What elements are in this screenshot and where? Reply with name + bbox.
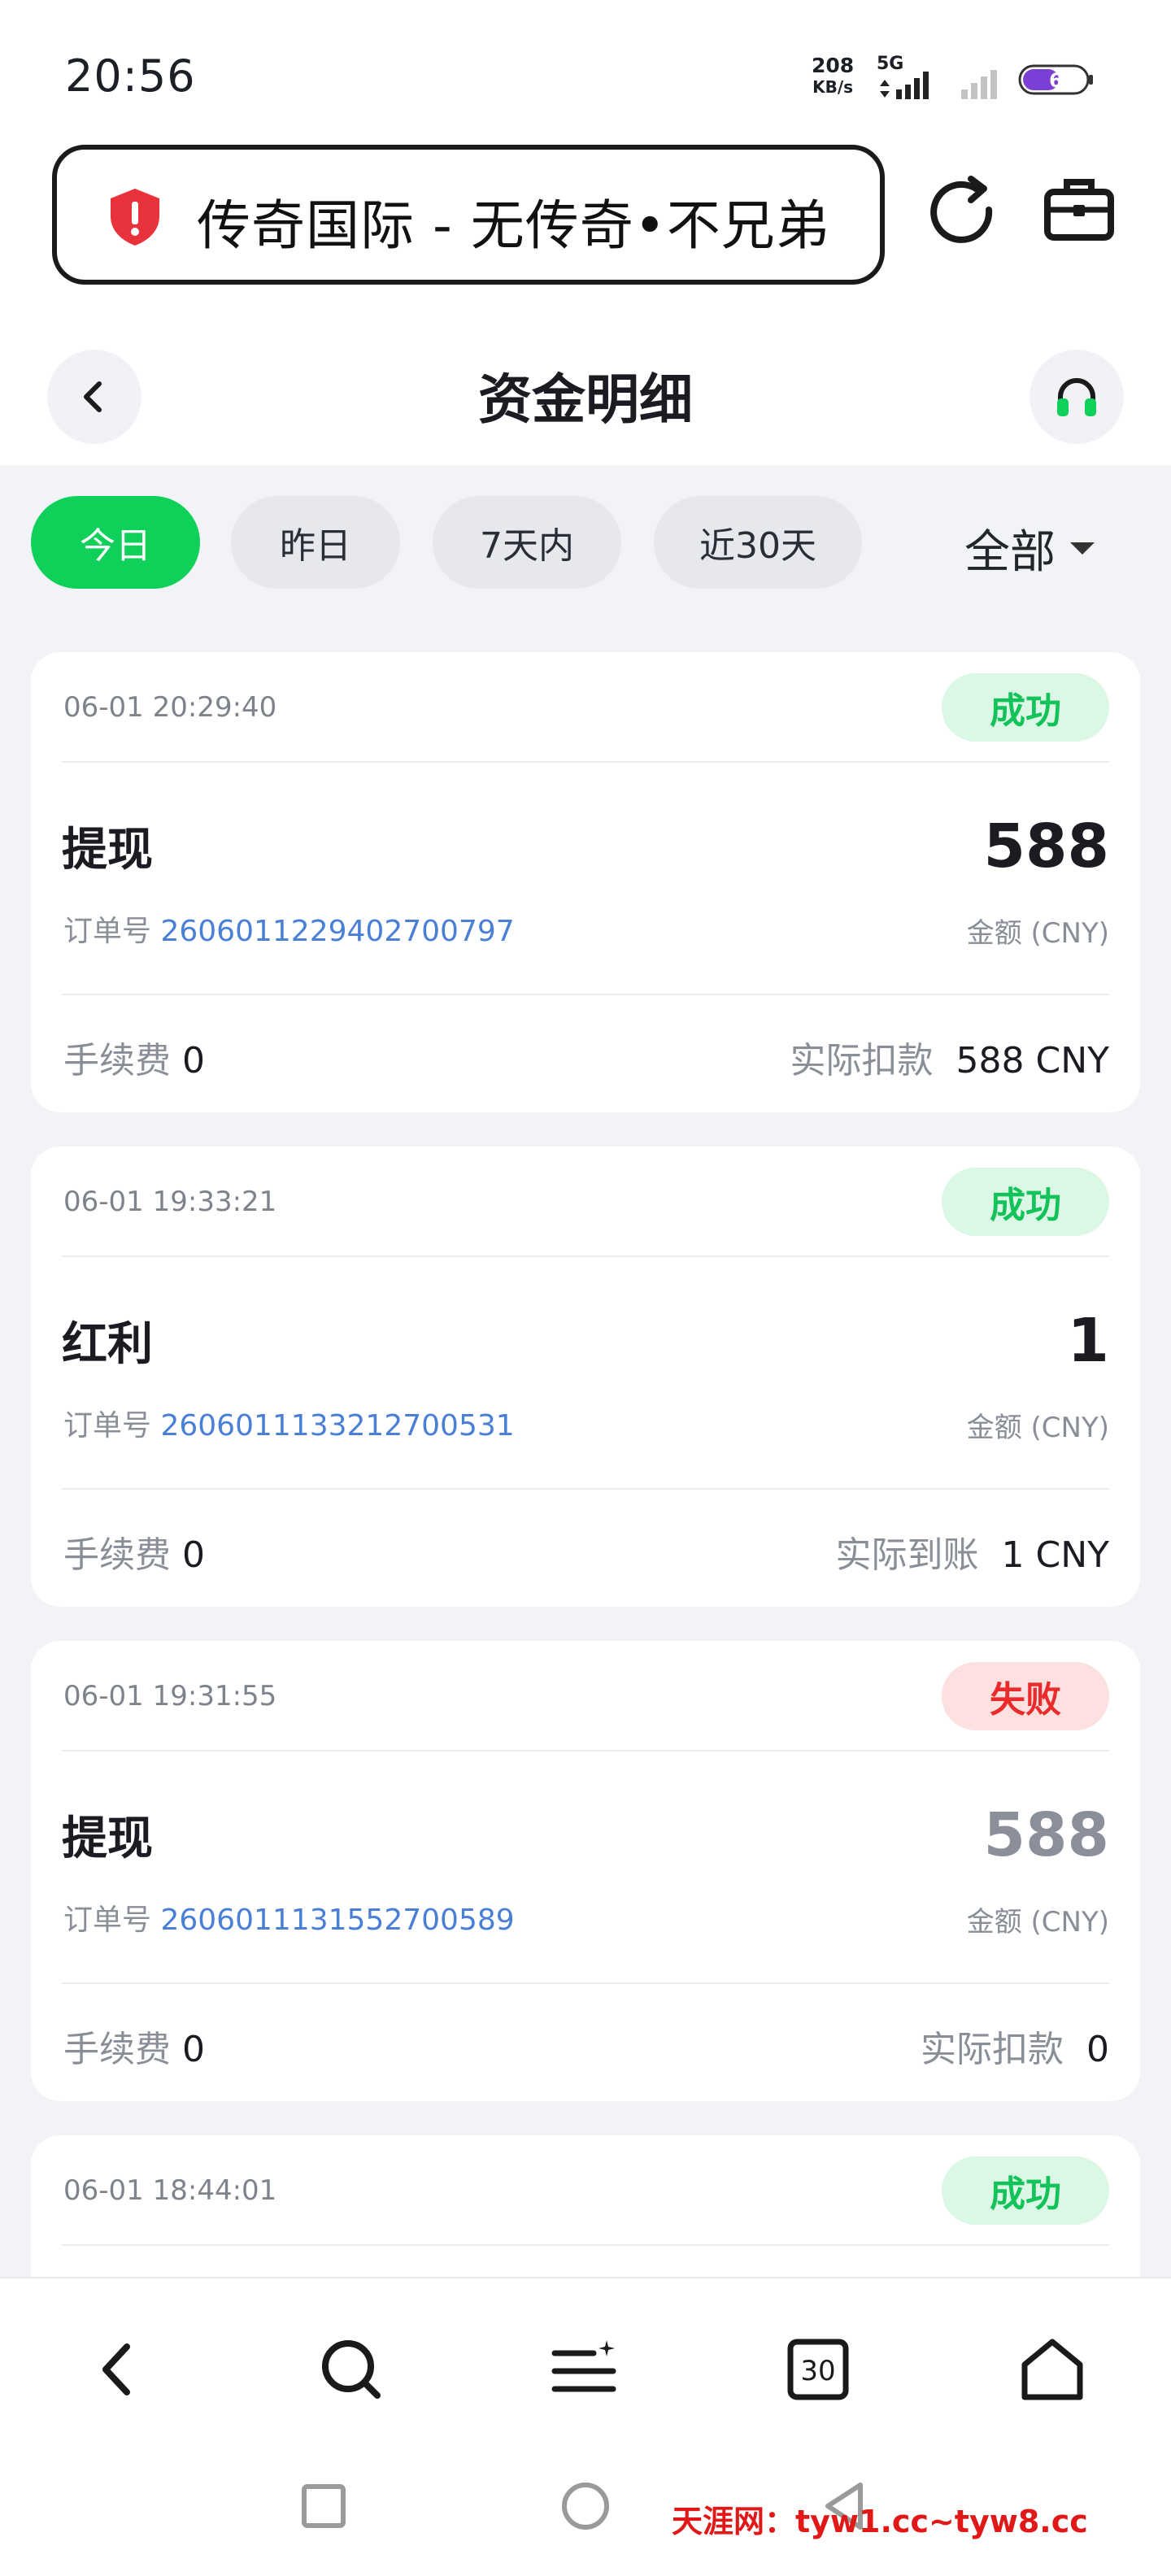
date-filter-bar: 今日 昨日 7天内 近30天 全部 [0, 465, 1171, 628]
record-time: 06-01 19:33:21 [63, 1186, 277, 1218]
divider [62, 994, 1109, 995]
fee-value: 0 [182, 2029, 205, 2070]
fee-label: 手续费 [63, 1534, 171, 1576]
browser-bottom-bar: 30 天涯网：tyw1.cc~tyw8.cc [0, 2277, 1171, 2576]
actual-row: 实际扣款 0 [921, 2020, 1109, 2072]
record-type: 提现 [62, 824, 153, 877]
network-type-label: 5G [877, 54, 904, 74]
divider [62, 1255, 1109, 1257]
home-icon[interactable] [1012, 2329, 1093, 2410]
status-bar: 20:56 208 KB/s 5G 6 [0, 0, 1171, 138]
fee-row: 手续费 0 [63, 1525, 205, 1577]
security-warning-icon[interactable] [107, 187, 163, 247]
app-page: 20:56 208 KB/s 5G 6 传奇国际 - 无传奇•不兄弟 资金明细 … [0, 0, 1171, 2576]
record-card[interactable]: 06-01 19:33:21 成功 红利 订单号 260601113321270… [31, 1147, 1140, 1607]
toolbox-icon[interactable] [1043, 172, 1116, 246]
order-number-value[interactable]: 2606011133212700531 [160, 1409, 514, 1442]
tabs-count: 30 [800, 2355, 835, 2387]
network-speed-unit: KB/s [812, 77, 854, 97]
recent-apps-icon[interactable] [291, 2474, 356, 2539]
order-label: 订单号 [63, 915, 152, 948]
actual-row: 实际到账 1 CNY [836, 1525, 1110, 1577]
record-type: 红利 [62, 1318, 153, 1371]
record-time: 06-01 18:44:01 [63, 2174, 277, 2207]
actual-value: 588 CNY [956, 1040, 1109, 1081]
actual-row: 实际扣款 588 CNY [790, 1031, 1109, 1083]
record-amount: 588 [983, 1800, 1109, 1870]
status-badge: 成功 [942, 673, 1109, 742]
fee-value: 0 [182, 1534, 205, 1576]
address-field[interactable]: 传奇国际 - 无传奇•不兄弟 [52, 145, 885, 285]
status-time: 20:56 [65, 50, 196, 102]
fee-row: 手续费 0 [63, 2020, 205, 2072]
actual-value: 1 CNY [1001, 1534, 1110, 1576]
caret-down-icon [1070, 542, 1095, 555]
divider [62, 1982, 1109, 1984]
fee-row: 手续费 0 [63, 1031, 205, 1083]
divider [62, 2244, 1109, 2246]
customer-service-button[interactable] [1030, 350, 1124, 444]
reload-icon[interactable] [924, 174, 1002, 252]
headset-icon [1057, 378, 1096, 416]
page-title: 资金明细 [478, 368, 693, 431]
back-icon[interactable] [76, 2329, 158, 2410]
record-time: 06-01 19:31:55 [63, 1680, 277, 1712]
battery-level: 6 [1049, 69, 1063, 92]
order-label: 订单号 [63, 1904, 152, 1937]
menu-icon[interactable] [543, 2329, 625, 2410]
watermark-text: 天涯网：tyw1.cc~tyw8.cc [672, 2504, 1088, 2539]
search-icon[interactable] [311, 2329, 392, 2410]
record-time: 06-01 20:29:40 [63, 691, 277, 724]
actual-label: 实际扣款 [790, 1040, 934, 1081]
order-number: 订单号 2606011229402700797 [63, 907, 515, 950]
filter-chip-7days[interactable]: 7天内 [433, 496, 621, 589]
filter-chip-30days[interactable]: 近30天 [654, 496, 862, 589]
divider [62, 1488, 1109, 1490]
fee-label: 手续费 [63, 2029, 171, 2070]
home-circle-icon[interactable] [553, 2474, 618, 2539]
page-header: 资金明细 [0, 309, 1171, 465]
status-badge: 成功 [942, 1168, 1109, 1236]
battery-icon: 6 [1018, 64, 1093, 95]
amount-label: 金额 (CNY) [966, 1412, 1109, 1444]
order-number: 订单号 2606011133212700531 [63, 1402, 515, 1444]
tabs-icon[interactable]: 30 [777, 2329, 859, 2410]
signal-5g-icon: 5G [877, 54, 942, 102]
status-badge: 失败 [942, 1662, 1109, 1730]
amount-label: 金额 (CNY) [966, 1906, 1109, 1939]
amount-label: 金额 (CNY) [966, 917, 1109, 950]
record-card[interactable]: 06-01 20:29:40 成功 提现 订单号 260601122940270… [31, 652, 1140, 1112]
divider [62, 761, 1109, 763]
record-type: 提现 [62, 1812, 153, 1865]
network-speed-value: 208 [812, 54, 855, 77]
type-dropdown-value: 全部 [964, 526, 1056, 579]
page-title-in-address[interactable]: 传奇国际 - 无传奇•不兄弟 [197, 182, 830, 260]
order-number-value[interactable]: 2606011229402700797 [160, 915, 514, 948]
record-card[interactable]: 06-01 19:31:55 失败 提现 订单号 260601113155270… [31, 1641, 1140, 2101]
filter-chip-yesterday[interactable]: 昨日 [231, 496, 400, 589]
signal-bars-icon [961, 70, 997, 99]
actual-label: 实际扣款 [921, 2029, 1064, 2070]
order-number: 订单号 2606011131552700589 [63, 1896, 515, 1939]
divider [62, 1750, 1109, 1751]
record-amount: 1 [1067, 1306, 1110, 1376]
type-dropdown[interactable]: 全部 [964, 516, 1095, 581]
status-badge: 成功 [942, 2156, 1109, 2225]
fee-value: 0 [182, 1040, 205, 1081]
browser-url-bar: 传奇国际 - 无传奇•不兄弟 [0, 138, 1171, 309]
record-amount: 588 [983, 812, 1109, 881]
network-speed: 208 KB/s [812, 55, 854, 98]
filter-chip-today[interactable]: 今日 [31, 496, 200, 589]
fee-label: 手续费 [63, 1040, 171, 1081]
actual-value: 0 [1086, 2029, 1109, 2070]
actual-label: 实际到账 [835, 1534, 979, 1576]
order-number-value[interactable]: 2606011131552700589 [160, 1904, 514, 1937]
order-label: 订单号 [63, 1409, 152, 1442]
